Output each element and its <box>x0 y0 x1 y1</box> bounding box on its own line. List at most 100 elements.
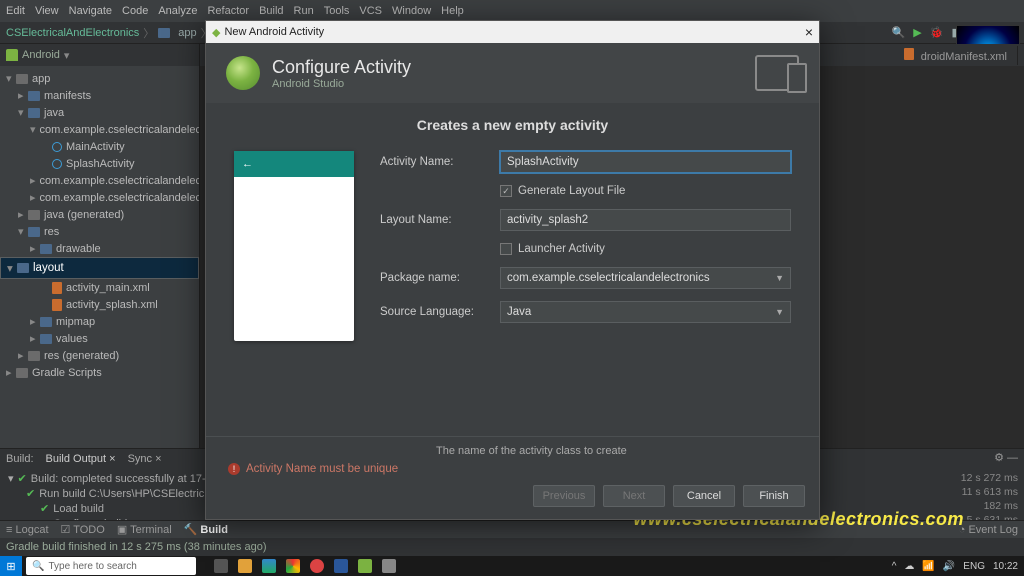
dialog-window-title: New Android Activity <box>224 26 324 38</box>
menu-bar: Edit View Navigate Code Analyze Refactor… <box>0 0 1024 22</box>
generate-layout-label: Generate Layout File <box>518 185 625 197</box>
dropdown-icon[interactable]: ▾ <box>64 49 70 62</box>
android-icon: ◆ <box>212 26 220 39</box>
menu-run[interactable]: Run <box>294 5 314 17</box>
tree-node[interactable]: ▸values <box>0 330 199 347</box>
tree-node[interactable]: ▸com.example.cselectricalandelectronics <box>0 189 199 206</box>
label-activity-name: Activity Name: <box>380 156 500 168</box>
search-icon: 🔍 <box>32 561 44 572</box>
menu-navigate[interactable]: Navigate <box>69 5 112 17</box>
taskbar-search[interactable]: 🔍 Type here to search <box>26 557 196 575</box>
tree-node[interactable]: activity_splash.xml <box>0 296 199 313</box>
tool-logcat[interactable]: ≡ Logcat <box>6 524 49 536</box>
next-button[interactable]: Next <box>603 485 665 507</box>
project-tree: ▾app▸manifests▾java▾com.example.cselectr… <box>0 66 199 385</box>
tray-up-icon[interactable]: ^ <box>892 561 897 572</box>
taskbar: ⊞ 🔍 Type here to search ^ ☁ 📶 🔊 ENG 10:2… <box>0 556 1024 576</box>
tray-volume-icon[interactable]: 🔊 <box>943 561 955 572</box>
package-name-select[interactable]: com.example.cselectricalandelectronics ▼ <box>500 267 791 289</box>
source-language-value: Java <box>507 306 531 318</box>
chrome-icon[interactable] <box>286 559 300 573</box>
generate-layout-checkbox[interactable]: ✓ <box>500 185 512 197</box>
chevron-down-icon: ▼ <box>775 273 784 283</box>
menu-view[interactable]: View <box>35 5 59 17</box>
crumb-project[interactable]: CSElectricalAndElectronics <box>6 27 139 39</box>
menu-tools[interactable]: Tools <box>324 5 350 17</box>
layout-name-input[interactable] <box>500 209 791 231</box>
activity-name-input[interactable] <box>500 151 791 173</box>
opera-icon[interactable] <box>310 559 324 573</box>
editor-tab-manifest[interactable]: droidManifest.xml <box>894 46 1018 65</box>
tool-build[interactable]: 🔨 Build <box>184 523 228 536</box>
tree-node[interactable]: activity_main.xml <box>0 279 199 296</box>
tool-todo[interactable]: ☑ TODO <box>61 523 105 536</box>
back-arrow-icon: ← <box>242 158 253 170</box>
xml-icon <box>904 48 914 60</box>
word-icon[interactable] <box>334 559 348 573</box>
explorer-icon[interactable] <box>238 559 252 573</box>
dialog-hint: The name of the activity class to create <box>436 445 805 457</box>
search-placeholder: Type here to search <box>48 561 136 572</box>
taskbar-pinned <box>214 559 396 573</box>
toolbar-run-icon[interactable]: ▶ <box>913 26 921 39</box>
tree-node[interactable]: ▸java (generated) <box>0 206 199 223</box>
tree-node[interactable]: ▾layout <box>0 257 199 279</box>
label-source-language: Source Language: <box>380 306 500 318</box>
status-message: Gradle build finished in 12 s 275 ms (38… <box>6 541 266 553</box>
tray-lang[interactable]: ENG <box>963 561 985 572</box>
app-icon[interactable] <box>382 559 396 573</box>
tree-node[interactable]: ▾res <box>0 223 199 240</box>
tree-node[interactable]: ▸com.example.cselectricalandelectronics <box>0 172 199 189</box>
crumb-app[interactable]: app <box>178 27 196 39</box>
cancel-button[interactable]: Cancel <box>673 485 735 507</box>
close-icon[interactable]: × <box>805 24 813 40</box>
chevron-down-icon: ▼ <box>775 307 784 317</box>
edge-icon[interactable] <box>262 559 276 573</box>
project-sidebar: Android ▾ ▾app▸manifests▾java▾com.exampl… <box>0 44 200 448</box>
menu-build[interactable]: Build <box>259 5 283 17</box>
tree-node[interactable]: ▸res (generated) <box>0 347 199 364</box>
windows-start-button[interactable]: ⊞ <box>0 556 22 576</box>
tray-clock[interactable]: 10:22 <box>993 561 1018 572</box>
dialog-titlebar: ◆ New Android Activity × <box>206 21 819 43</box>
sidebar-header[interactable]: Android ▾ <box>0 44 199 66</box>
tool-terminal[interactable]: ▣ Terminal <box>117 523 172 536</box>
tree-node[interactable]: ▾app <box>0 70 199 87</box>
tool-eventlog[interactable]: ◔ Event Log <box>959 524 1018 536</box>
menu-edit[interactable]: Edit <box>6 5 25 17</box>
new-activity-dialog: ◆ New Android Activity × Configure Activ… <box>205 20 820 520</box>
source-language-select[interactable]: Java ▼ <box>500 301 791 323</box>
menu-window[interactable]: Window <box>392 5 431 17</box>
androidstudio-icon[interactable] <box>358 559 372 573</box>
menu-analyze[interactable]: Analyze <box>158 5 197 17</box>
tree-node[interactable]: MainActivity <box>0 138 199 155</box>
previous-button[interactable]: Previous <box>533 485 595 507</box>
tray-wifi-icon[interactable]: 📶 <box>922 561 934 572</box>
tab-build-output[interactable]: Build Output × <box>46 453 116 465</box>
launcher-activity-checkbox[interactable] <box>500 243 512 255</box>
tree-node[interactable]: ▾java <box>0 104 199 121</box>
menu-refactor[interactable]: Refactor <box>207 5 249 17</box>
tree-node[interactable]: SplashActivity <box>0 155 199 172</box>
menu-vcs[interactable]: VCS <box>359 5 382 17</box>
devices-icon <box>755 55 799 91</box>
label-layout-name: Layout Name: <box>380 214 500 226</box>
error-icon: ! <box>228 463 240 475</box>
tree-node[interactable]: ▸mipmap <box>0 313 199 330</box>
toolbar-search-icon[interactable]: 🔍 <box>892 26 906 39</box>
dialog-heading: Creates a new empty activity <box>234 117 791 133</box>
tree-node[interactable]: ▸manifests <box>0 87 199 104</box>
android-icon <box>6 49 18 61</box>
taskview-icon[interactable] <box>214 559 228 573</box>
finish-button[interactable]: Finish <box>743 485 805 507</box>
gear-icon[interactable]: ⚙ — <box>994 451 1018 464</box>
tray-cloud-icon[interactable]: ☁ <box>904 561 914 572</box>
tab-sync[interactable]: Sync × <box>128 453 162 465</box>
toolbar-debug-icon[interactable]: 🐞 <box>930 26 944 39</box>
tree-node[interactable]: ▸drawable <box>0 240 199 257</box>
tree-node[interactable]: ▾com.example.cselectricalandelectronics <box>0 121 199 138</box>
menu-code[interactable]: Code <box>122 5 148 17</box>
menu-help[interactable]: Help <box>441 5 464 17</box>
tree-node[interactable]: ▸Gradle Scripts <box>0 364 199 381</box>
editor-tab-label: droidManifest.xml <box>921 51 1007 63</box>
